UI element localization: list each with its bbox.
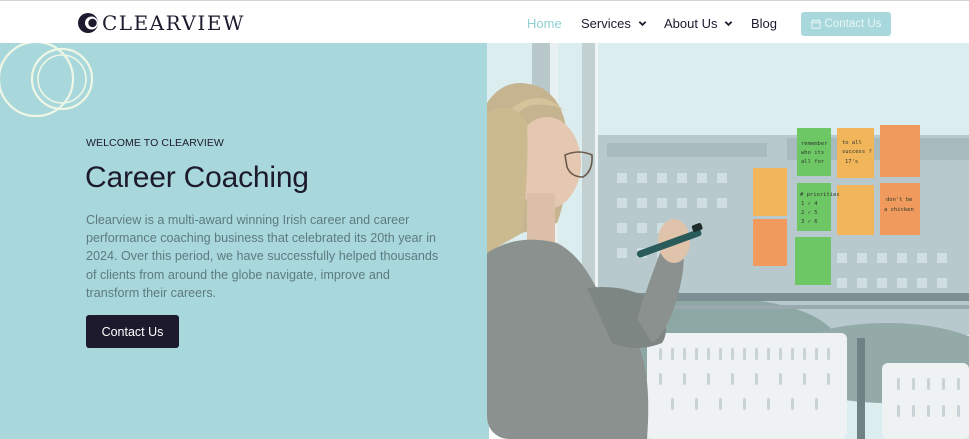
note-orange1-line3: 17's xyxy=(845,159,858,165)
note-orange2-line1: don't be xyxy=(886,197,913,203)
header-contact-button[interactable]: Contact Us xyxy=(801,12,891,36)
note-green2-line4: 3 ✓ 6 xyxy=(801,219,818,225)
note-green2-line3: 2 ✓ 5 xyxy=(801,210,818,216)
note-green1-line2: who its xyxy=(801,150,824,156)
logo-mark-icon xyxy=(78,13,98,33)
hero-description: Clearview is a multi-award winning Irish… xyxy=(86,213,439,300)
calendar-icon xyxy=(810,19,821,29)
nav-home-label[interactable]: Home xyxy=(527,16,562,31)
note-green1-line1: remember xyxy=(801,141,828,147)
nav-services-link[interactable]: Services xyxy=(581,16,647,31)
header-contact-label: Contact Us xyxy=(824,18,882,30)
nav-item-services[interactable]: Services xyxy=(581,4,647,43)
hero-title: Career Coaching xyxy=(85,161,309,194)
note-orange1-line1: to all xyxy=(842,140,862,146)
nav-item-blog[interactable]: Blog xyxy=(751,4,777,43)
note-orange1-line2: success ? xyxy=(842,149,872,155)
brand-name: CLEARVIEW xyxy=(102,11,245,35)
logo[interactable]: CLEARVIEW xyxy=(77,11,245,35)
note-orange2-line2: a chicken xyxy=(884,207,914,213)
chevron-down-icon xyxy=(638,21,647,27)
hero-contact-button[interactable]: Contact Us xyxy=(86,315,179,348)
decorative-circles xyxy=(0,43,94,118)
hero-photo-illustration: remember who its all for to all success … xyxy=(487,43,969,439)
site-header: CLEARVIEW Home Services About Us Blog Co… xyxy=(0,4,969,43)
hero-eyebrow: WELCOME TO CLEARVIEW xyxy=(86,137,224,149)
note-green2-line1: # priorities xyxy=(800,192,840,198)
hero-photo: remember who its all for to all success … xyxy=(487,43,969,439)
note-green2-line2: 1 ✓ 4 xyxy=(801,201,818,207)
hero-text-panel: WELCOME TO CLEARVIEW Career Coaching Cle… xyxy=(0,43,489,439)
nav-services-label: Services xyxy=(581,16,631,31)
nav-item-about[interactable]: About Us xyxy=(664,4,733,43)
nav-item-home[interactable]: Home xyxy=(527,4,562,43)
nav-blog-label[interactable]: Blog xyxy=(751,16,777,31)
chevron-down-icon xyxy=(725,21,733,27)
nav-about-link[interactable]: About Us xyxy=(664,16,733,31)
note-green1-line3: all for xyxy=(801,159,825,165)
nav-about-label: About Us xyxy=(664,16,718,31)
